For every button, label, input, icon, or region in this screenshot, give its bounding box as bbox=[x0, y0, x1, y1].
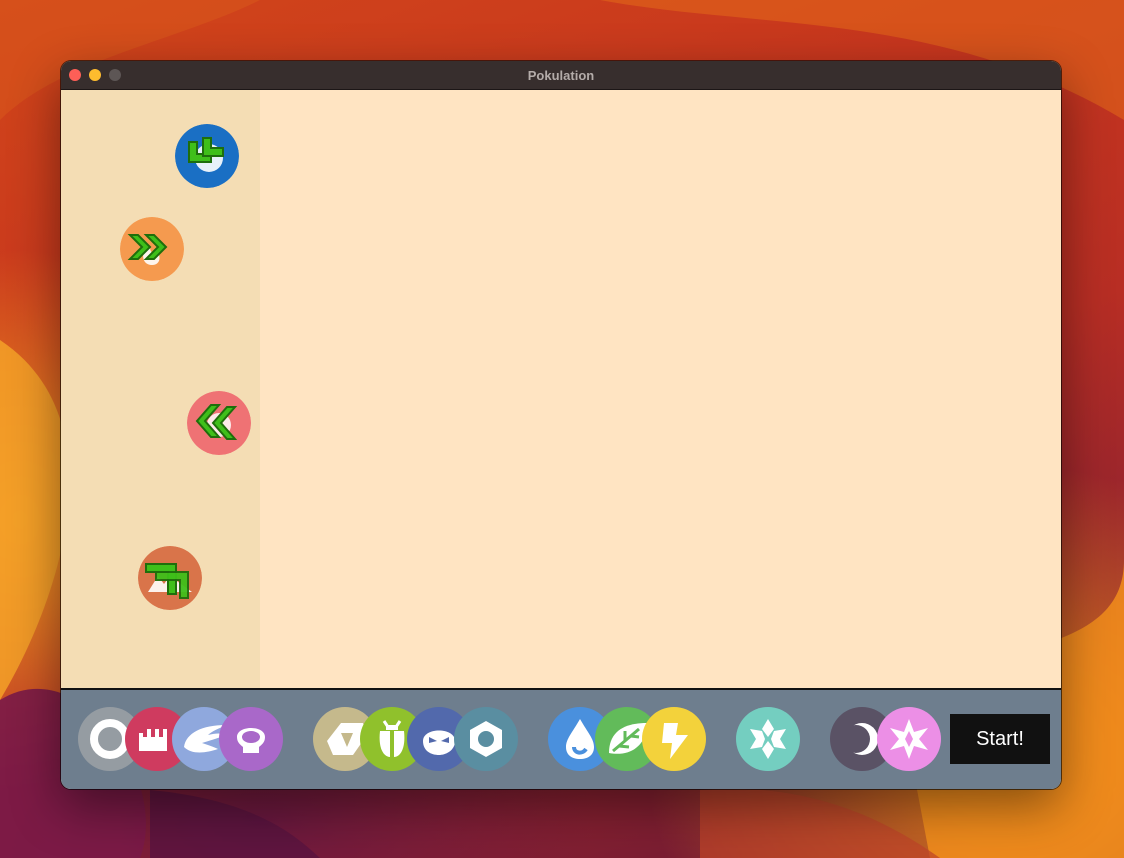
snowflake-icon bbox=[736, 707, 800, 771]
type-ice-button[interactable] bbox=[736, 707, 800, 771]
type-toolbar: Start! bbox=[61, 690, 1061, 789]
board-piece-fire[interactable] bbox=[120, 217, 184, 281]
type-fairy-button[interactable] bbox=[877, 707, 941, 771]
skull-icon bbox=[219, 707, 283, 771]
title-bar: Pokulation bbox=[61, 61, 1061, 90]
sparkle-icon bbox=[877, 707, 941, 771]
type-electric-button[interactable] bbox=[642, 707, 706, 771]
fire-piece-icon bbox=[120, 217, 184, 281]
water-piece-icon bbox=[175, 124, 239, 188]
game-board[interactable] bbox=[61, 90, 1061, 689]
start-button[interactable]: Start! bbox=[950, 714, 1050, 764]
app-window: Pokulation Start! bbox=[61, 61, 1061, 789]
window-title: Pokulation bbox=[527, 68, 595, 83]
board-piece-water[interactable] bbox=[175, 124, 239, 188]
bolt-icon bbox=[642, 707, 706, 771]
nut-icon bbox=[454, 707, 518, 771]
board-piece-ground[interactable] bbox=[138, 546, 202, 610]
ground-piece-icon bbox=[138, 546, 202, 610]
type-steel-button[interactable] bbox=[454, 707, 518, 771]
type-poison-button[interactable] bbox=[219, 707, 283, 771]
board-piece-fairy[interactable] bbox=[187, 391, 251, 455]
fairy-piece-icon bbox=[187, 391, 251, 455]
